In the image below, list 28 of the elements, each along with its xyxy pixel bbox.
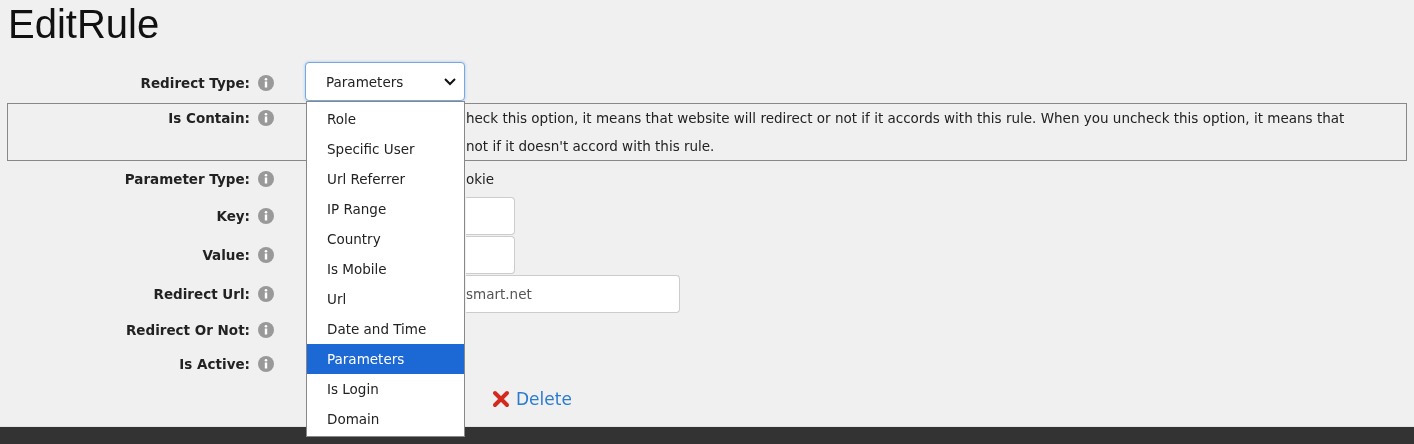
- text-input[interactable]: [466, 235, 515, 274]
- page-title: EditRule: [7, 1, 161, 48]
- field-label: Is Contain:: [168, 109, 251, 126]
- redirect-type-select[interactable]: Parameters: [305, 62, 465, 101]
- info-icon[interactable]: [258, 110, 274, 126]
- field-label: Is Active:: [179, 356, 251, 372]
- help-text: not if it doesn't accord with this rule.: [466, 137, 716, 156]
- field-label: Redirect Or Not:: [125, 322, 251, 338]
- field-label: Redirect Url:: [153, 285, 251, 302]
- info-icon[interactable]: [258, 285, 274, 302]
- info-icon[interactable]: [258, 246, 274, 263]
- text-input[interactable]: [466, 197, 515, 235]
- dropdown-option[interactable]: Parameters: [307, 344, 464, 374]
- field-label: Redirect Type:: [140, 74, 251, 91]
- field-label: Value:: [202, 246, 251, 263]
- info-icon[interactable]: [258, 74, 274, 91]
- delete-link[interactable]: Delete: [492, 389, 572, 409]
- text-input[interactable]: smart.net: [466, 274, 680, 313]
- info-icon[interactable]: [258, 171, 274, 187]
- info-icon[interactable]: [258, 322, 274, 338]
- info-icon[interactable]: [258, 356, 274, 372]
- field-label: Parameter Type:: [124, 171, 251, 187]
- delete-icon: [492, 390, 510, 408]
- chevron-icon: [444, 77, 456, 86]
- field-label: Key:: [216, 208, 251, 224]
- help-text: heck this option, it means that website will redirect or not if it accords with this rule. When you uncheck this option, it means that: [466, 109, 1346, 128]
- option-text: okie: [466, 171, 496, 187]
- info-icon[interactable]: [258, 208, 274, 224]
